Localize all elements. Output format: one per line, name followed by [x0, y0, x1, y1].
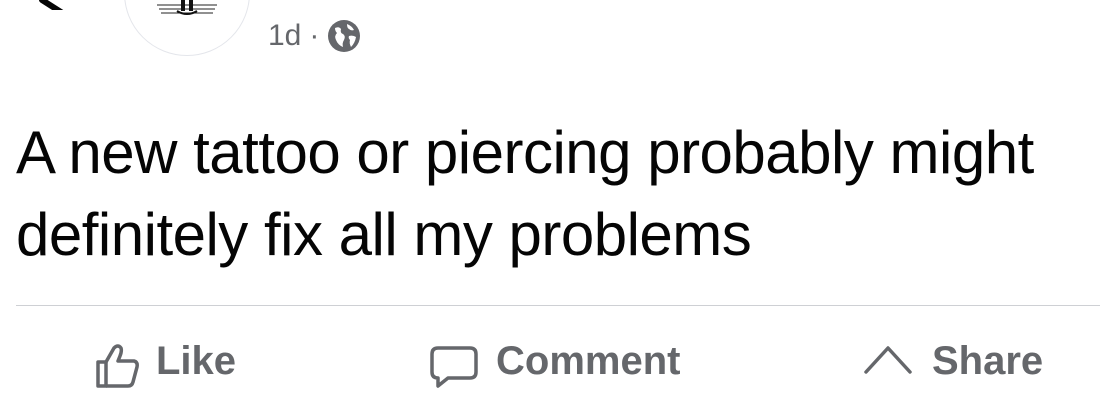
- globe-icon[interactable]: [327, 19, 361, 53]
- post-text: A new tattoo or piercing probably might …: [16, 119, 1034, 268]
- comment-button[interactable]: Comment: [428, 338, 680, 388]
- divider: [16, 305, 1100, 306]
- like-button[interactable]: Like: [94, 338, 236, 388]
- share-label: Share: [932, 339, 1044, 383]
- meta-separator: ·: [309, 19, 320, 52]
- avatar-image: [157, 0, 217, 15]
- back-button[interactable]: [26, 0, 67, 17]
- share-icon: [864, 346, 912, 374]
- avatar[interactable]: [124, 0, 250, 56]
- action-bar: Like Comment Share: [0, 338, 1100, 398]
- post-timestamp[interactable]: 1d: [268, 19, 301, 53]
- share-button[interactable]: Share: [862, 338, 1043, 388]
- comment-icon: [430, 346, 478, 388]
- post-meta: 1d ·: [268, 14, 361, 58]
- chevron-left-icon: [39, 0, 67, 17]
- thumbs-up-icon: [96, 344, 139, 388]
- like-label: Like: [156, 339, 237, 383]
- comment-label: Comment: [496, 339, 681, 383]
